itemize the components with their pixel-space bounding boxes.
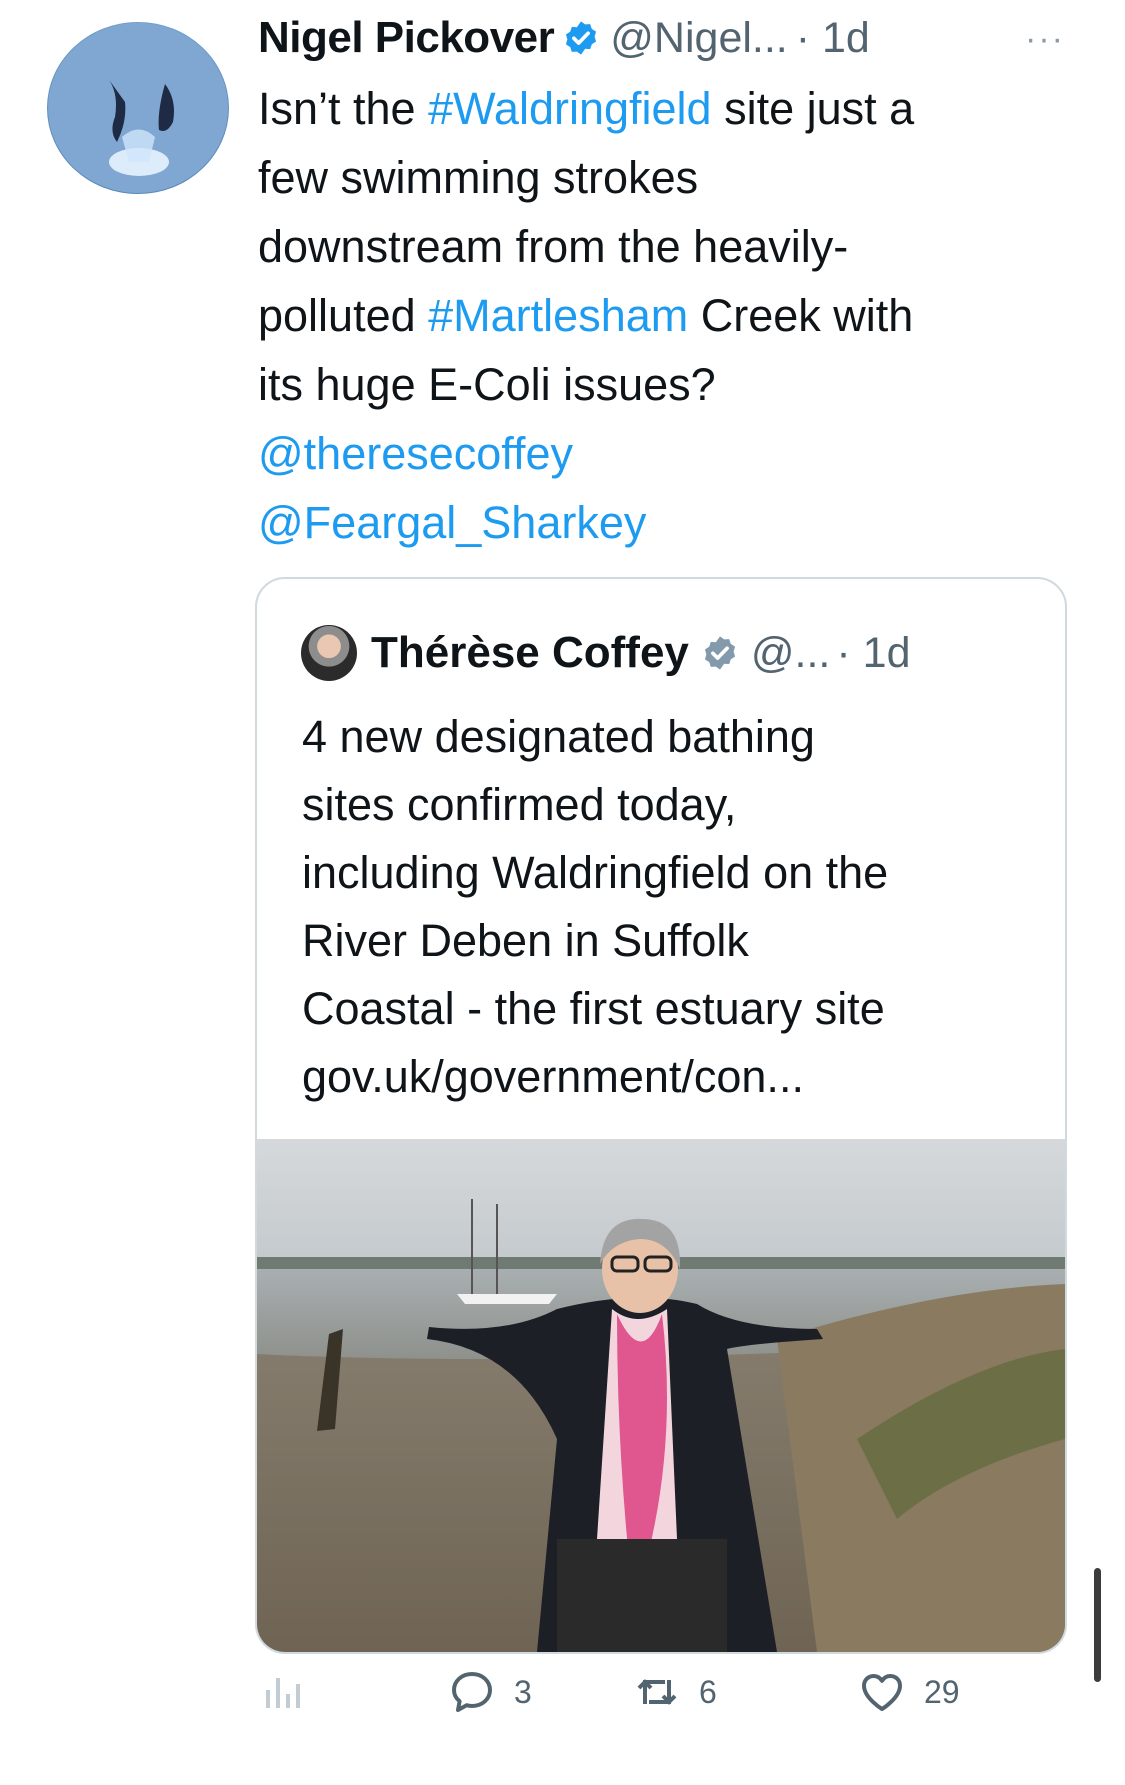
reply-count: 3 (514, 1673, 532, 1710)
quoted-tweet-text-line: Coastal - the first estuary site (302, 983, 885, 1034)
quoted-tweet-text-line: 4 new designated bathing (302, 711, 815, 762)
author-avatar[interactable] (47, 22, 229, 194)
tweet-text: Isn’t the #Waldringfield site just a few … (258, 74, 1078, 557)
quoted-tweet-photo[interactable] (257, 1139, 1065, 1652)
tweet-text-line: Isn’t the #Waldringfield site just a (258, 74, 1078, 143)
analytics-button[interactable] (258, 1668, 324, 1716)
quoted-tweet-text: 4 new designated bathing sites confirmed … (302, 703, 1042, 1111)
hashtag-link[interactable]: #Martlesham (428, 290, 688, 341)
text-segment: Isn’t the (258, 83, 429, 134)
mention-link[interactable]: @Feargal_Sharkey (258, 497, 646, 548)
bar-chart-icon (266, 1678, 300, 1708)
retweet-icon (637, 1679, 677, 1705)
tweet-text-line: few swimming strokes (258, 143, 1078, 212)
quoted-tweet-text-line: gov.uk/government/con... (302, 1051, 804, 1102)
tweet-text-line: polluted #Martlesham Creek with (258, 281, 1078, 350)
quoted-tweet-header: Thérèse Coffey @... · 1d (301, 623, 911, 683)
verified-badge-icon (704, 636, 735, 670)
text-segment: few swimming strokes (258, 152, 699, 203)
like-count: 29 (924, 1673, 960, 1710)
tweet-action-bar: 3 6 29 (258, 1668, 1058, 1738)
tweet-header: Nigel Pickover @Nigel... · 1d ··· (258, 8, 1065, 68)
quoted-author-name[interactable]: Thérèse Coffey (371, 628, 689, 678)
retweet-count: 6 (699, 1673, 717, 1710)
quoted-tweet-time[interactable]: · 1d (836, 629, 910, 678)
verified-badge-icon (566, 21, 597, 55)
tweet-text-line: @Feargal_Sharkey (258, 488, 1078, 557)
quoted-author-handle[interactable]: @... (751, 629, 831, 678)
reply-icon (452, 1672, 492, 1712)
mention-link[interactable]: @theresecoffey (258, 428, 573, 479)
tweet-text-line: @theresecoffey (258, 419, 1078, 488)
author-name[interactable]: Nigel Pickover (258, 13, 555, 63)
quoted-tweet-text-line: including Waldringfield on the (302, 847, 889, 898)
scrollbar[interactable] (1094, 1568, 1101, 1682)
text-segment: polluted (258, 290, 429, 341)
text-segment: its huge E-Coli issues? (258, 359, 716, 410)
reply-button[interactable]: 3 (448, 1668, 532, 1716)
tweet-time[interactable]: · 1d (796, 14, 870, 63)
author-handle[interactable]: @Nigel... (610, 14, 787, 63)
hashtag-link[interactable]: #Waldringfield (428, 83, 711, 134)
quoted-tweet-text-line: River Deben in Suffolk (302, 915, 749, 966)
retweet-button[interactable]: 6 (633, 1668, 717, 1716)
quoted-tweet-text-line: sites confirmed today, (302, 779, 737, 830)
like-button[interactable]: 29 (858, 1668, 960, 1716)
heart-icon (862, 1674, 902, 1711)
quoted-author-avatar[interactable] (301, 625, 357, 681)
quoted-tweet[interactable]: Thérèse Coffey @... · 1d 4 new designate… (255, 577, 1067, 1654)
tweet-text-line: its huge E-Coli issues? (258, 350, 1078, 419)
text-segment: downstream from the heavily- (258, 221, 849, 272)
more-options-icon[interactable]: ··· (1025, 20, 1065, 59)
text-segment: site just a (711, 83, 915, 134)
tweet-text-line: downstream from the heavily- (258, 212, 1078, 281)
text-segment: Creek with (688, 290, 914, 341)
